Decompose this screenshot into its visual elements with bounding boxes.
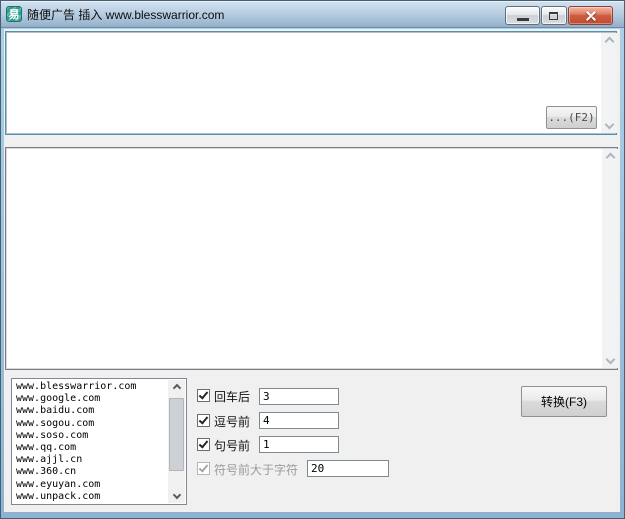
scroll-down-button[interactable] bbox=[168, 487, 185, 503]
input-after-enter[interactable] bbox=[259, 388, 339, 405]
close-button[interactable] bbox=[568, 6, 613, 25]
list-item[interactable]: www.baidu.com bbox=[16, 405, 165, 417]
pick-file-button[interactable]: ...(F2) bbox=[546, 106, 597, 129]
scrollbar-thumb[interactable] bbox=[169, 398, 184, 471]
list-item[interactable]: www.ajjl.cn bbox=[16, 454, 165, 466]
listbox-scrollbar[interactable] bbox=[168, 380, 185, 503]
chevron-down-icon[interactable] bbox=[604, 120, 614, 130]
window-title: 随便广告 插入 www.blesswarrior.com bbox=[27, 6, 224, 23]
app-window: 易 随便广告 插入 www.blesswarrior.com ...(F2) w… bbox=[0, 0, 625, 519]
checkbox-before-period[interactable] bbox=[197, 438, 210, 451]
label-before-comma: 逗号前 bbox=[214, 413, 250, 430]
list-item[interactable]: www.360.cn bbox=[16, 466, 165, 478]
website-listbox[interactable]: www.blesswarrior.com www.google.com www.… bbox=[11, 378, 187, 505]
list-item[interactable]: www.google.com bbox=[16, 393, 165, 405]
label-before-period: 句号前 bbox=[214, 437, 250, 454]
list-item[interactable]: www.qq.com bbox=[16, 442, 165, 454]
checkbox-symbol-min-chars bbox=[197, 462, 210, 475]
maximize-icon bbox=[549, 12, 558, 20]
label-symbol-min-chars: 符号前大于字符 bbox=[214, 461, 298, 478]
chevron-up-icon bbox=[172, 384, 180, 392]
convert-button[interactable]: 转换(F3) bbox=[521, 386, 607, 417]
label-after-enter: 回车后 bbox=[214, 388, 250, 405]
input-before-period[interactable] bbox=[259, 436, 339, 453]
maximize-button[interactable] bbox=[541, 6, 567, 25]
checkbox-after-enter[interactable] bbox=[197, 389, 210, 402]
input-before-comma[interactable] bbox=[259, 412, 339, 429]
close-icon bbox=[585, 10, 597, 22]
client-area: ...(F2) www.blesswarrior.com www.google.… bbox=[4, 29, 620, 512]
output-editor-scrollbar[interactable] bbox=[602, 149, 618, 368]
scroll-up-button[interactable] bbox=[168, 380, 185, 396]
list-item[interactable]: www.soso.com bbox=[16, 430, 165, 442]
list-item[interactable]: www.unpack.com bbox=[16, 491, 165, 503]
ad-source-editor[interactable] bbox=[5, 31, 617, 135]
list-item[interactable]: www.sogou.com bbox=[16, 418, 165, 430]
list-item[interactable]: www.eyuyan.com bbox=[16, 479, 165, 491]
minimize-button[interactable] bbox=[505, 6, 540, 25]
chevron-down-icon[interactable] bbox=[605, 355, 615, 365]
output-editor[interactable] bbox=[5, 147, 618, 370]
chevron-up-icon[interactable] bbox=[605, 153, 615, 163]
chevron-up-icon[interactable] bbox=[604, 37, 614, 47]
app-logo-icon: 易 bbox=[6, 6, 22, 22]
chevron-down-icon bbox=[172, 491, 180, 499]
input-symbol-min-chars[interactable] bbox=[307, 460, 389, 477]
list-item[interactable]: www.blesswarrior.com bbox=[16, 381, 165, 393]
minimize-icon bbox=[517, 18, 529, 21]
checkbox-before-comma[interactable] bbox=[197, 414, 210, 427]
source-editor-scrollbar[interactable] bbox=[601, 33, 617, 133]
titlebar[interactable]: 易 随便广告 插入 www.blesswarrior.com bbox=[1, 1, 624, 28]
